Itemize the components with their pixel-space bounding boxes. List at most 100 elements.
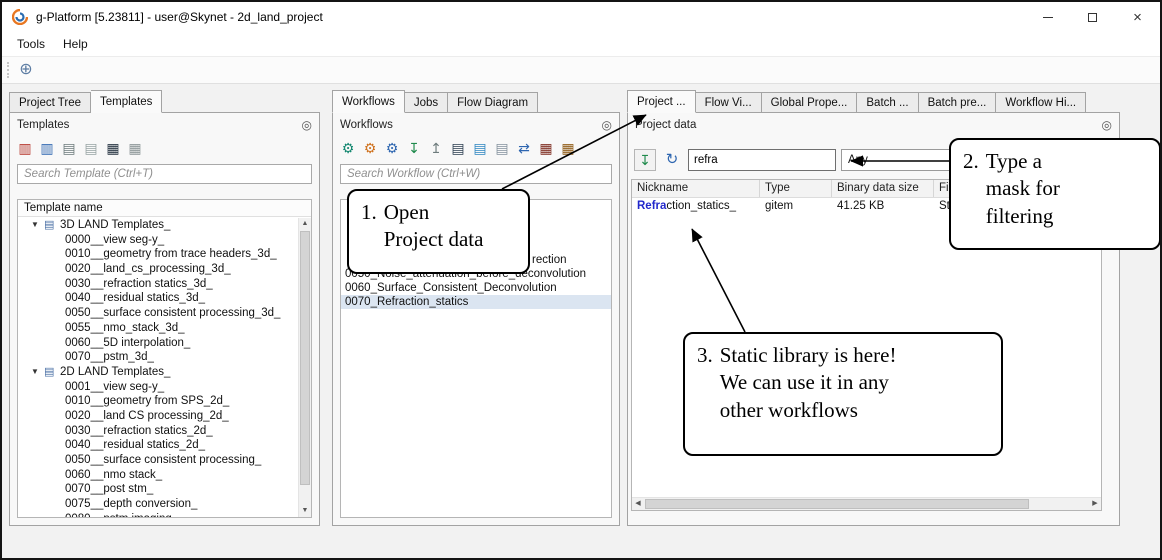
tree-item-label: 0020__land CS processing_2d_ xyxy=(65,410,229,422)
tree-item[interactable]: ▼▤0020__land CS processing_2d_ xyxy=(18,409,298,424)
tree-item[interactable]: ▼▤0030__refraction statics_3d_ xyxy=(18,277,298,292)
menu-item-tools[interactable]: Tools xyxy=(8,34,54,54)
tab-batch[interactable]: Batch ... xyxy=(857,92,918,113)
projectdata-tab-bar: Project ...Flow Vi...Global Prope...Batc… xyxy=(627,90,1086,113)
transfer-workflow-icon[interactable]: ⇄ xyxy=(515,139,533,157)
tree-item-label: 0030__refraction statics_3d_ xyxy=(65,278,213,290)
tree-item[interactable]: ▼▤0080__pstm imaging xyxy=(18,512,298,517)
tab-workflows[interactable]: Workflows xyxy=(332,90,405,113)
tab-global-prope[interactable]: Global Prope... xyxy=(762,92,858,113)
scroll-left-icon[interactable]: ◀ xyxy=(632,498,644,510)
scrollbar-thumb[interactable] xyxy=(645,499,1029,509)
tree-item[interactable]: ▼▤3D LAND Templates_ xyxy=(18,218,298,233)
tab-batch-pre[interactable]: Batch pre... xyxy=(919,92,997,113)
tab-project[interactable]: Project ... xyxy=(627,90,696,113)
workflow-item[interactable]: 0060_Surface_Consistent_Deconvolution xyxy=(341,281,611,295)
column-header[interactable]: Binary data size xyxy=(832,180,934,197)
tree-item[interactable]: ▼▤0060__nmo stack_ xyxy=(18,468,298,483)
workflow-search-row xyxy=(333,159,619,184)
export-template-icon[interactable]: ▤ xyxy=(82,139,100,157)
tab-templates[interactable]: Templates xyxy=(91,90,162,113)
toolbar-grip[interactable] xyxy=(7,62,10,78)
tree-item[interactable]: ▼▤0050__surface consistent processing_ xyxy=(18,453,298,468)
tree-item-label: 0010__geometry from trace headers_3d_ xyxy=(65,248,277,260)
tab-workflow-hi[interactable]: Workflow Hi... xyxy=(996,92,1086,113)
tree-item[interactable]: ▼▤2D LAND Templates_ xyxy=(18,365,298,380)
column-header[interactable]: Nickname xyxy=(632,180,760,197)
tab-jobs[interactable]: Jobs xyxy=(405,92,448,113)
tree-item[interactable]: ▼▤0030__refraction statics_2d_ xyxy=(18,424,298,439)
tree-item[interactable]: ▼▤0075__depth conversion_ xyxy=(18,497,298,512)
templates-panel-title: Templates xyxy=(17,119,69,131)
data-filter-input[interactable] xyxy=(688,149,836,171)
tree-item[interactable]: ▼▤0070__post stm_ xyxy=(18,482,298,497)
template-search-input[interactable] xyxy=(17,164,312,184)
close-button[interactable]: × xyxy=(1115,2,1160,32)
tree-item[interactable]: ▼▤0020__land_cs_processing_3d_ xyxy=(18,262,298,277)
globe-icon[interactable]: ⊕ xyxy=(17,61,35,79)
template-library-icon[interactable]: ▦ xyxy=(104,139,122,157)
app-icon xyxy=(12,9,28,25)
tree-item[interactable]: ▼▤0055__nmo_stack_3d_ xyxy=(18,321,298,336)
scroll-up-icon[interactable]: ▲ xyxy=(299,218,311,230)
template-tree: Template name ▼▤3D LAND Templates_ ▼▤000… xyxy=(17,199,312,518)
clone-template-icon[interactable]: ▥ xyxy=(38,139,56,157)
tree-item[interactable]: ▼▤0040__residual statics_2d_ xyxy=(18,438,298,453)
callout-type-mask: 2. Type amask forfiltering xyxy=(949,138,1161,250)
column-header[interactable]: Type xyxy=(760,180,832,197)
expand-arrow-icon[interactable]: ▼ xyxy=(31,218,44,233)
workflow-search-input[interactable] xyxy=(340,164,612,184)
tree-item[interactable]: ▼▤0050__surface consistent processing_3d… xyxy=(18,306,298,321)
tab-flow-diagram[interactable]: Flow Diagram xyxy=(448,92,538,113)
tree-item[interactable]: ▼▤0001__view seg-y_ xyxy=(18,380,298,395)
duplicate-doc-icon[interactable]: ▤ xyxy=(471,139,489,157)
archive-workflow-icon[interactable]: ▦ xyxy=(537,139,555,157)
tab-project-tree[interactable]: Project Tree xyxy=(9,92,91,113)
scrollbar-thumb[interactable] xyxy=(300,231,310,485)
tree-scrollbar[interactable]: ▲ ▼ xyxy=(298,218,311,517)
panel-menu-icon[interactable]: ◎ xyxy=(1102,118,1112,132)
workflow-item[interactable]: 0070_Refraction_statics xyxy=(341,295,611,309)
tree-item[interactable]: ▼▤0010__geometry from trace headers_3d_ xyxy=(18,247,298,262)
copy-workflow-icon[interactable]: ⚙ xyxy=(361,139,379,157)
paste-doc-icon[interactable]: ▤ xyxy=(493,139,511,157)
export-workflow-icon[interactable]: ↥ xyxy=(427,139,445,157)
menu-item-help[interactable]: Help xyxy=(54,34,97,54)
import-template-icon[interactable]: ▤ xyxy=(60,139,78,157)
callout-line: mask for xyxy=(986,175,1060,202)
backup-archive-icon[interactable]: ▦ xyxy=(559,139,577,157)
tree-item[interactable]: ▼▤0040__residual statics_3d_ xyxy=(18,291,298,306)
project-data-panel-title: Project data xyxy=(635,119,696,131)
templates-toolbar: ▥▥▤▤▦▦ xyxy=(10,137,319,159)
delete-template-icon[interactable]: ▦ xyxy=(126,139,144,157)
expand-arrow-icon[interactable]: ▼ xyxy=(31,365,44,380)
callout-number: 2. xyxy=(963,148,979,240)
import-workflow-icon[interactable]: ↧ xyxy=(405,139,423,157)
template-tree-column-header[interactable]: Template name xyxy=(18,200,311,217)
maximize-button[interactable] xyxy=(1070,2,1115,32)
tab-flow-vi[interactable]: Flow Vi... xyxy=(696,92,762,113)
table-hscrollbar[interactable]: ◀ ▶ xyxy=(632,497,1101,510)
templates-tab-bar: Project TreeTemplates xyxy=(9,90,162,113)
workflow-doc-icon[interactable]: ▤ xyxy=(449,139,467,157)
chain-workflow-icon[interactable]: ⚙ xyxy=(383,139,401,157)
minimize-button[interactable] xyxy=(1025,2,1070,32)
refresh-icon[interactable]: ↻ xyxy=(661,149,683,171)
scroll-right-icon[interactable]: ▶ xyxy=(1089,498,1101,510)
workflows-toolbar: ⚙⚙⚙↧↥▤▤▤⇄▦▦ xyxy=(333,137,619,159)
save-data-icon[interactable]: ↧ xyxy=(634,149,656,171)
callout-open-project-data: 1. OpenProject data xyxy=(347,189,530,274)
tree-item[interactable]: ▼▤0000__view seg-y_ xyxy=(18,233,298,248)
panel-menu-icon[interactable]: ◎ xyxy=(302,118,312,132)
tree-item[interactable]: ▼▤0070__pstm_3d_ xyxy=(18,350,298,365)
callout-static-library: 3. Static library is here!We can use it … xyxy=(683,332,1003,456)
template-folder-icon: ▤ xyxy=(44,218,60,233)
workflows-tab-bar: WorkflowsJobsFlow Diagram xyxy=(332,90,538,113)
scroll-down-icon[interactable]: ▼ xyxy=(299,505,311,517)
tree-item[interactable]: ▼▤0060__5D interpolation_ xyxy=(18,336,298,351)
new-workflow-icon[interactable]: ⚙ xyxy=(339,139,357,157)
panel-menu-icon[interactable]: ◎ xyxy=(602,118,612,132)
tree-item-label: 2D LAND Templates_ xyxy=(60,366,170,378)
tree-item[interactable]: ▼▤0010__geometry from SPS_2d_ xyxy=(18,394,298,409)
new-template-icon[interactable]: ▥ xyxy=(16,139,34,157)
